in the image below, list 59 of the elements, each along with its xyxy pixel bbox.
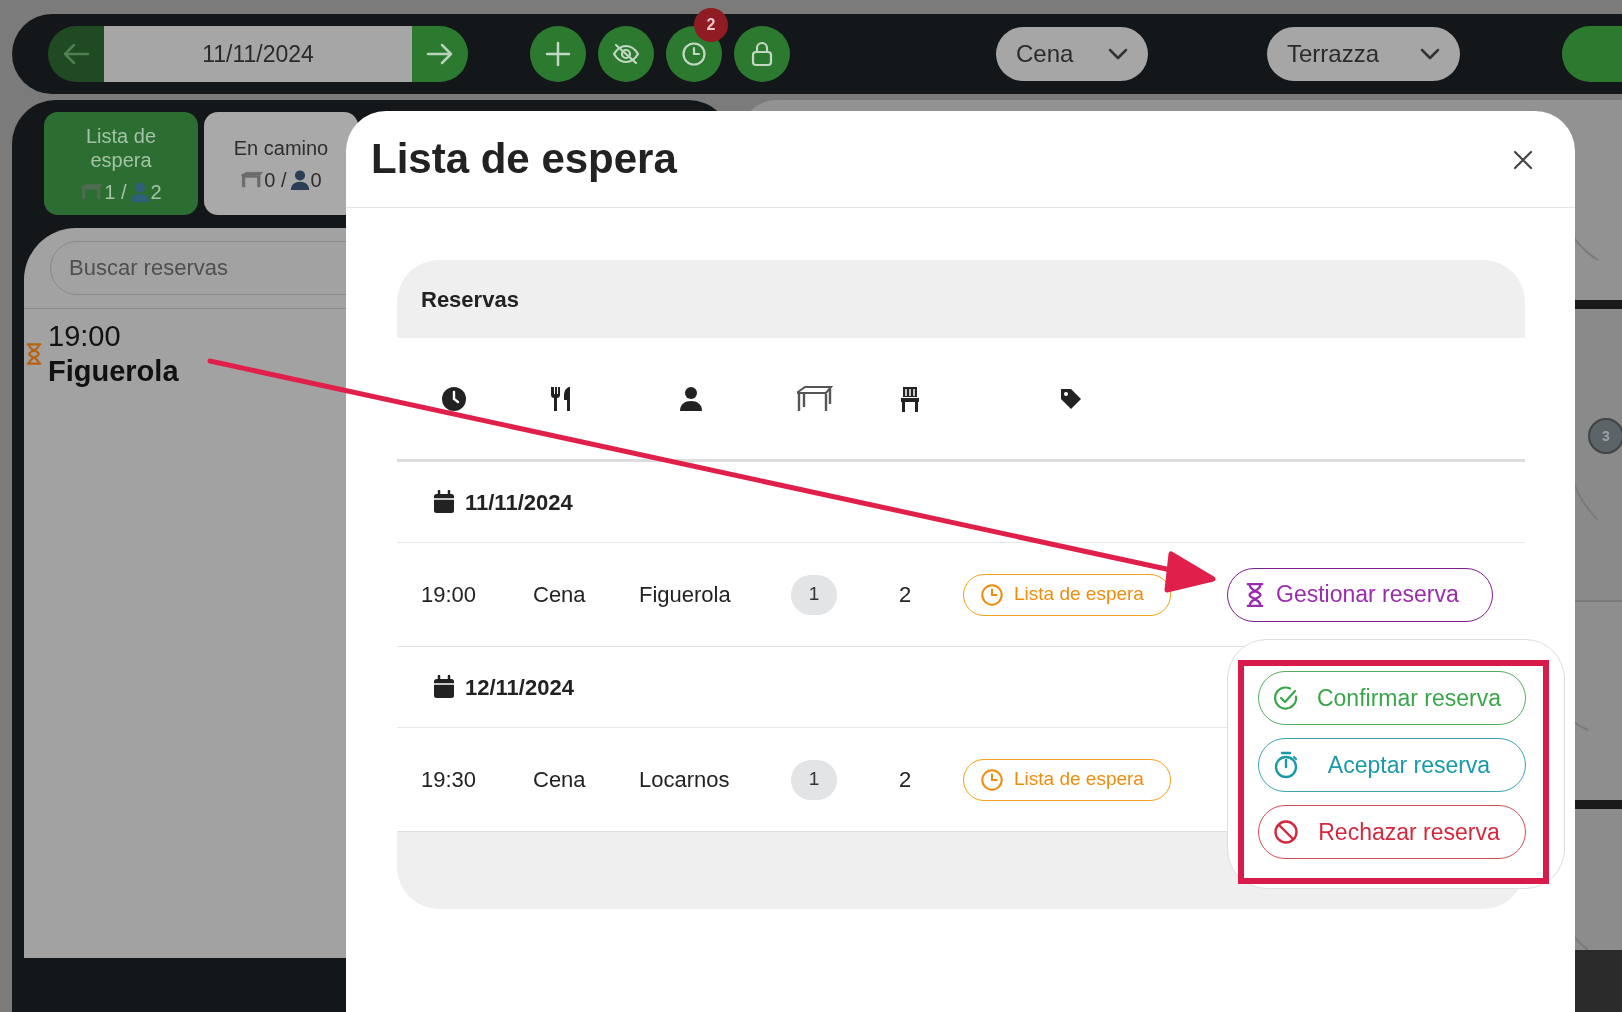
person-icon	[679, 385, 703, 412]
date-field[interactable]: 11/11/2024	[104, 26, 412, 82]
arrow-left-icon	[62, 42, 90, 66]
table-count-badge: 1	[791, 759, 837, 800]
status-tag: Lista de espera	[963, 573, 1171, 616]
table-count-badge: 1	[791, 574, 837, 615]
menu-item[interactable]: Rechazar reserva	[1258, 805, 1526, 859]
person-icon	[288, 168, 311, 191]
table-cell: 19:30	[421, 767, 477, 792]
status-tab[interactable]: En camino 0 / 0	[204, 112, 358, 215]
table-cell: 2	[899, 767, 912, 792]
table-icon	[80, 181, 105, 202]
clock-icon	[980, 767, 1004, 792]
check-circle-icon	[1273, 685, 1299, 711]
stopwatch-icon	[1273, 751, 1299, 779]
clock-icon	[681, 41, 707, 67]
calendar-icon	[433, 490, 455, 514]
modal-title: Lista de espera	[371, 133, 677, 184]
prohibited-icon	[1273, 819, 1299, 845]
clock-icon	[980, 582, 1004, 607]
date-heading: 11/11/2024	[465, 488, 573, 517]
chevron-down-icon	[1420, 48, 1440, 60]
clock-icon	[441, 385, 467, 412]
table-cell: Locarnos	[639, 767, 730, 792]
lock-button[interactable]	[734, 26, 790, 82]
table-cell: Cena	[533, 582, 586, 607]
table-icon	[240, 169, 265, 190]
tag-icon	[1059, 386, 1083, 411]
table-cell: 19:00	[421, 582, 477, 607]
close-icon	[1513, 149, 1533, 170]
next-day-button[interactable]	[412, 26, 468, 82]
menu-item[interactable]: Aceptar reserva	[1258, 738, 1526, 792]
lock-icon	[750, 41, 774, 67]
service-select[interactable]: Cena	[996, 27, 1148, 81]
previous-day-button[interactable]	[48, 26, 104, 82]
utensils-icon	[549, 385, 573, 412]
table-cell: Cena	[533, 767, 586, 792]
menu-item[interactable]: Confirmar reserva	[1258, 671, 1526, 725]
manage-reservation-button[interactable]: Gestionar reserva	[1227, 567, 1493, 622]
table-cell: 2	[899, 582, 912, 607]
zone-select[interactable]: Terrazza	[1267, 27, 1460, 81]
table-cell: Figuerola	[639, 582, 731, 607]
person-icon	[128, 180, 151, 203]
status-tag: Lista de espera	[963, 758, 1171, 801]
chevron-down-icon	[1108, 48, 1128, 60]
date-heading: 12/11/2024	[465, 673, 574, 702]
hourglass-icon	[1246, 581, 1264, 608]
status-tab[interactable]: Lista de espera 1 / 2	[44, 112, 198, 215]
hourglass-icon	[26, 341, 42, 366]
arrow-right-icon	[426, 42, 454, 66]
plus-icon	[545, 41, 571, 67]
action-button[interactable]	[1562, 26, 1622, 82]
chair-icon	[899, 384, 921, 413]
calendar-icon	[433, 675, 455, 699]
table-icon	[795, 384, 833, 413]
notification-badge: 2	[694, 8, 728, 42]
hide-button[interactable]	[598, 26, 654, 82]
eye-slash-icon	[612, 42, 640, 66]
add-button[interactable]	[530, 26, 586, 82]
